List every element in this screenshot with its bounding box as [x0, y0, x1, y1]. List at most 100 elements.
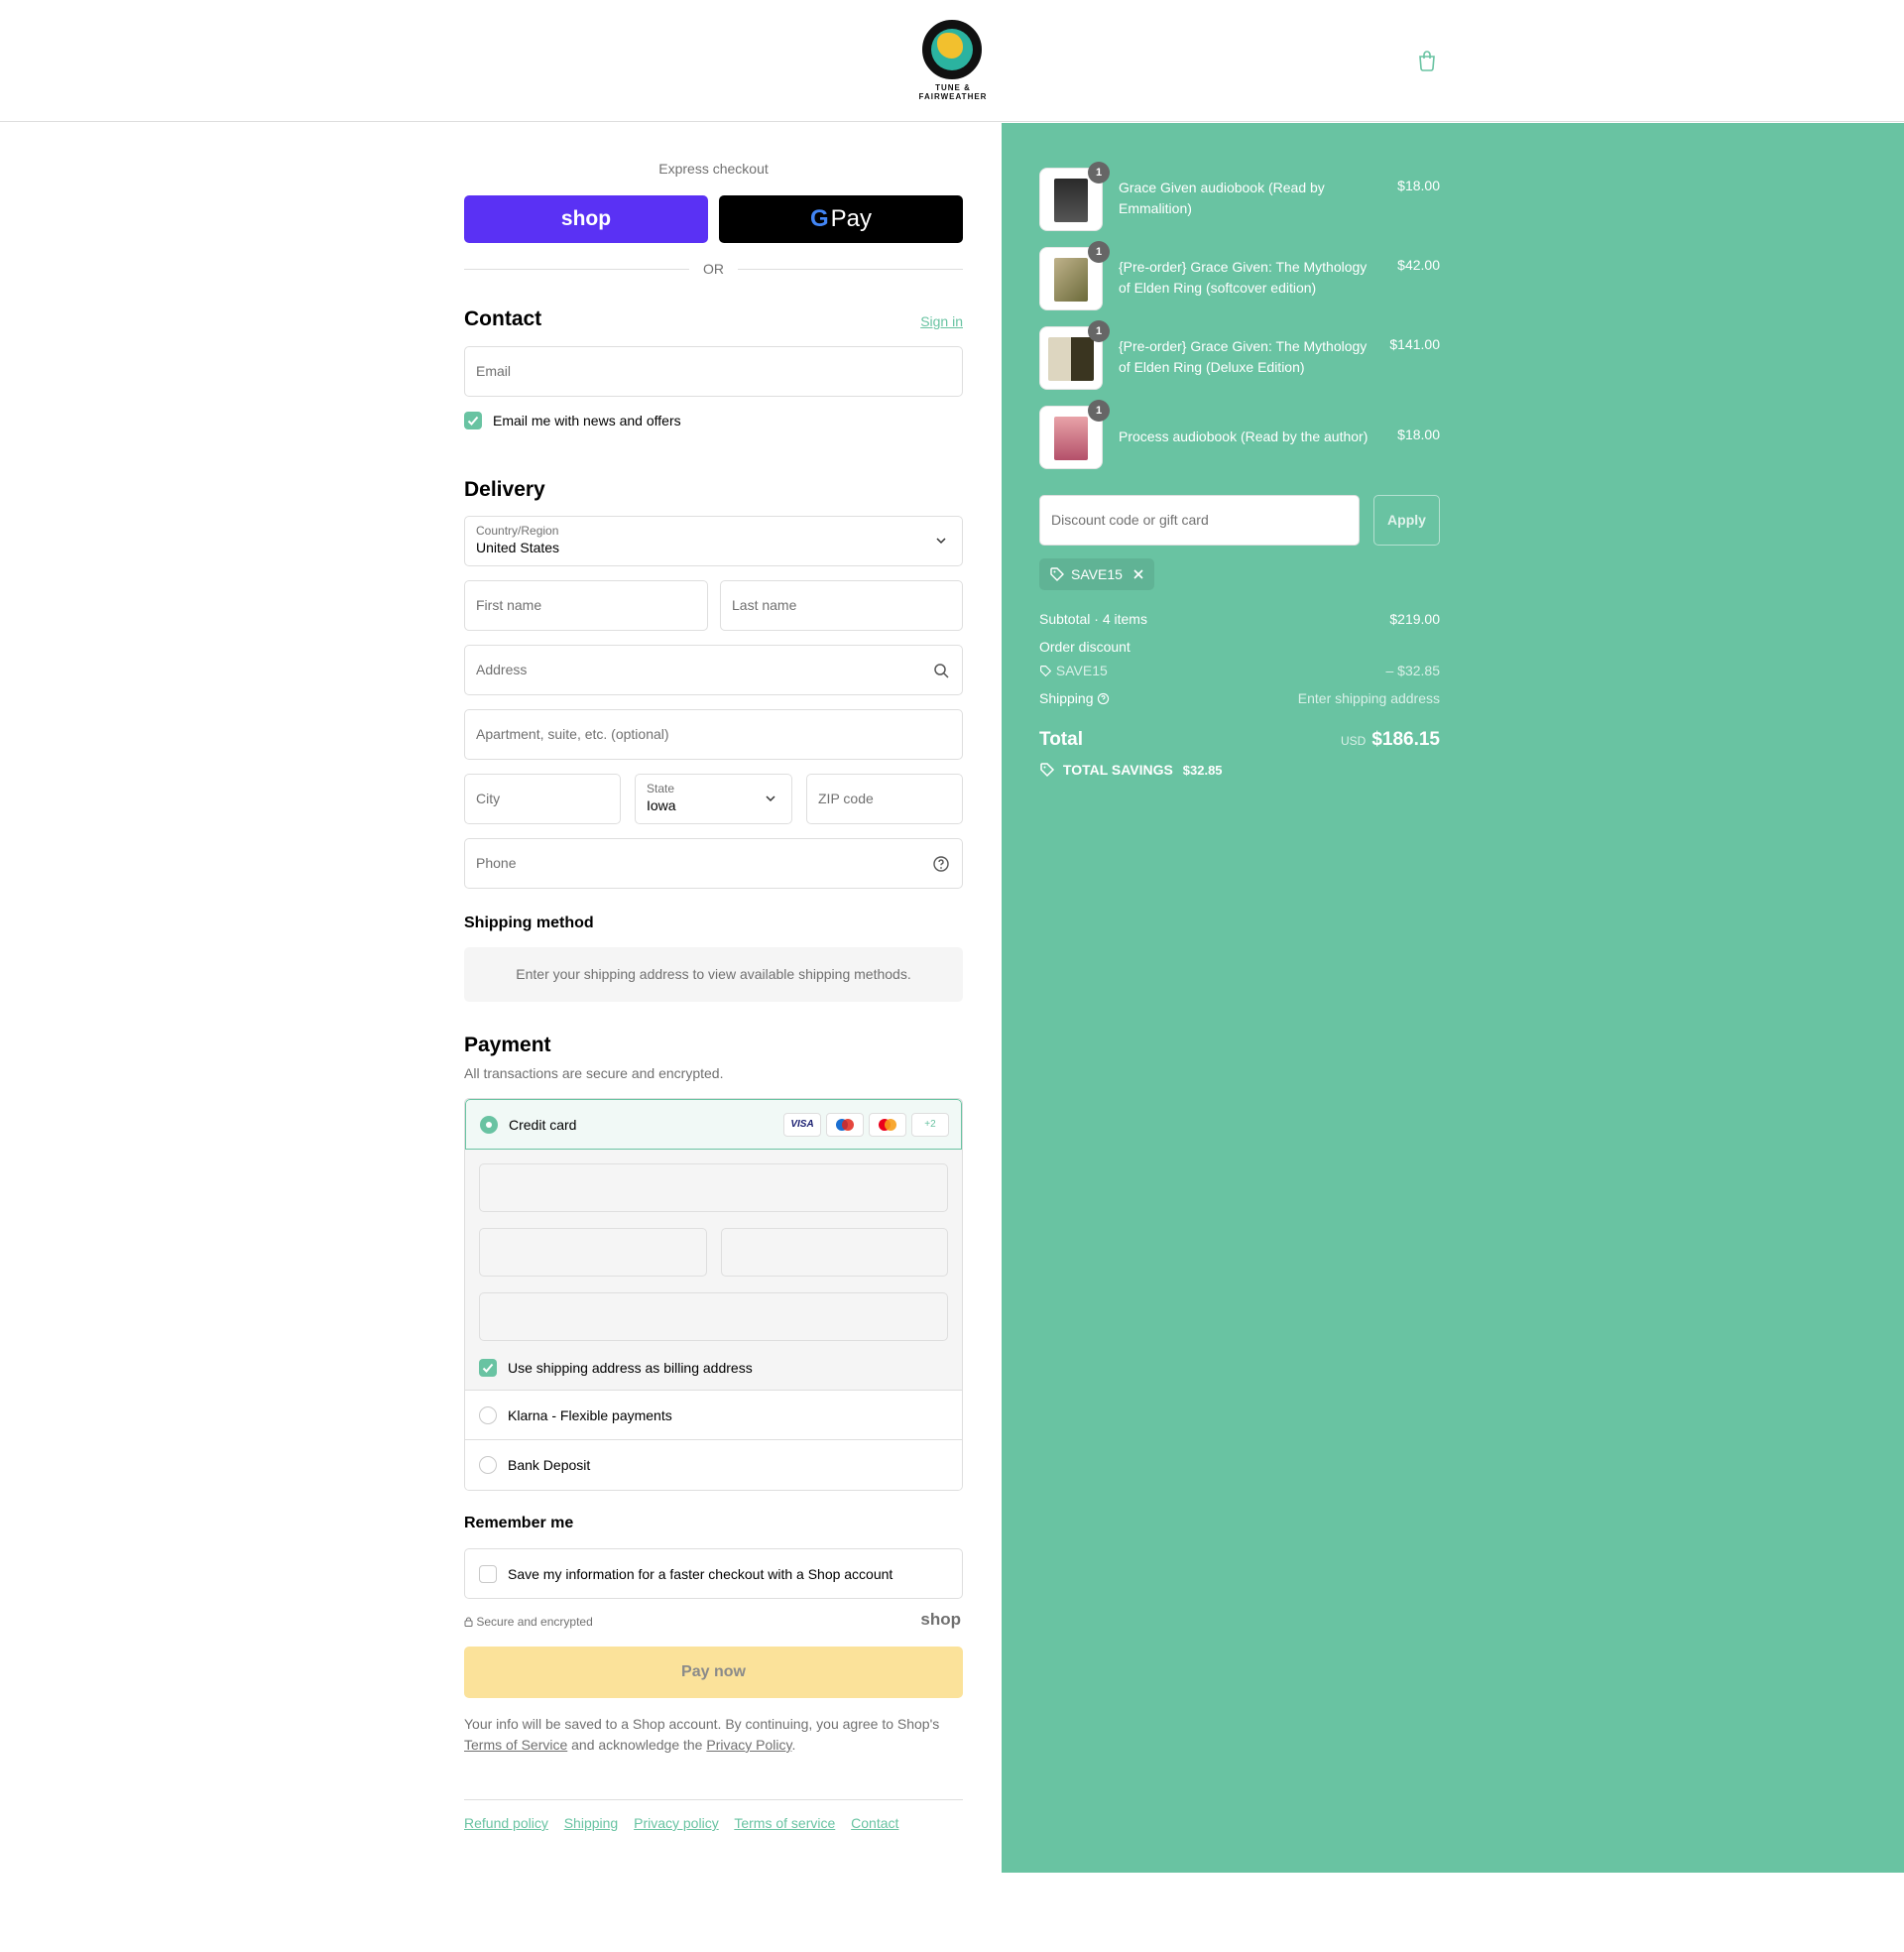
apartment-field[interactable]: Apartment, suite, etc. (optional) [464, 709, 963, 760]
email-field[interactable]: Email [464, 346, 963, 397]
bank-deposit-option[interactable]: Bank Deposit [465, 1439, 962, 1490]
klarna-option[interactable]: Klarna - Flexible payments [465, 1390, 962, 1440]
quantity-badge: 1 [1088, 320, 1110, 342]
order-summary: 1 Grace Given audiobook (Read by Emmalit… [1002, 123, 1904, 1873]
tag-icon [1040, 666, 1052, 677]
city-field[interactable]: City [464, 774, 621, 824]
save-info-checkbox[interactable] [479, 1565, 497, 1583]
credit-card-label: Credit card [509, 1117, 577, 1133]
product-name: {Pre-order} Grace Given: The Mythology o… [1119, 338, 1368, 375]
security-code-field[interactable] [721, 1228, 948, 1277]
product-name: Grace Given audiobook (Read by Emmalitio… [1119, 180, 1325, 216]
store-logo[interactable]: TUNE & FAIRWEATHER [918, 20, 988, 103]
remember-me-heading: Remember me [464, 1515, 574, 1531]
payment-heading: Payment [464, 1034, 551, 1056]
address-field[interactable]: Address [464, 645, 963, 695]
subtotal-row: Subtotal · 4 items $219.00 [1039, 611, 1440, 627]
line-item: 1 {Pre-order} Grace Given: The Mythology… [1039, 241, 1440, 310]
discount-row: SAVE15 – $32.85 [1039, 663, 1440, 678]
shipping-method-heading: Shipping method [464, 915, 594, 931]
discount-code-input[interactable]: Discount code or gift card [1039, 495, 1360, 546]
google-pay-button[interactable]: GPay [719, 195, 963, 243]
product-price: $42.00 [1397, 257, 1440, 273]
terms-of-service-link[interactable]: Terms of Service [464, 1737, 567, 1753]
contact-heading: Contact [464, 307, 542, 330]
country-select[interactable]: Country/Region United States [464, 516, 963, 566]
shop-logo: shop [920, 1610, 961, 1629]
billing-same-checkbox[interactable] [479, 1359, 497, 1377]
help-circle-icon[interactable] [932, 855, 950, 873]
save-info-label: Save my information for a faster checkou… [508, 1566, 893, 1582]
google-g-icon: G [809, 205, 829, 232]
maestro-icon [826, 1113, 864, 1137]
search-icon [934, 664, 949, 678]
chevron-down-icon [936, 538, 946, 545]
visa-icon: VISA [783, 1113, 821, 1137]
credit-card-form: Use shipping address as billing address [465, 1150, 962, 1390]
currency-code: USD [1340, 734, 1367, 748]
line-item: 1 Grace Given audiobook (Read by Emmalit… [1039, 162, 1440, 231]
credit-card-option[interactable]: Credit card VISA +2 [465, 1099, 962, 1150]
name-on-card-field[interactable] [479, 1292, 948, 1341]
product-name: {Pre-order} Grace Given: The Mythology o… [1119, 259, 1368, 296]
footer-link-shipping[interactable]: Shipping [564, 1815, 619, 1831]
klarna-radio[interactable] [479, 1406, 497, 1424]
first-name-field[interactable]: First name [464, 580, 708, 631]
payment-subtitle: All transactions are secure and encrypte… [464, 1065, 724, 1081]
product-price: $18.00 [1397, 427, 1440, 442]
total-amount: $186.15 [1371, 729, 1440, 750]
legal-notice: Your info will be saved to a Shop accoun… [464, 1716, 940, 1753]
help-circle-icon[interactable] [1097, 692, 1110, 705]
shop-pay-button[interactable]: shop [464, 195, 708, 243]
order-discount-label: Order discount [1039, 639, 1130, 655]
total-savings: TOTAL SAVINGS $32.85 [1039, 762, 1440, 778]
payment-methods: Credit card VISA +2 Use shipping address… [464, 1098, 963, 1491]
privacy-policy-link[interactable]: Privacy Policy [706, 1737, 791, 1753]
product-price: $141.00 [1389, 336, 1440, 352]
zip-field[interactable]: ZIP code [806, 774, 963, 824]
mastercard-icon [869, 1113, 906, 1137]
or-divider-label: OR [703, 261, 724, 277]
bank-deposit-radio[interactable] [479, 1456, 497, 1474]
line-item: 1 {Pre-order} Grace Given: The Mythology… [1039, 320, 1440, 390]
applied-discount-chip: SAVE15 [1039, 558, 1154, 590]
remember-me-option[interactable]: Save my information for a faster checkou… [464, 1548, 963, 1599]
credit-card-radio[interactable] [480, 1116, 498, 1134]
total-row: Total USD $186.15 [1039, 729, 1440, 750]
footer-divider [464, 1799, 963, 1800]
sign-in-link[interactable]: Sign in [920, 313, 963, 329]
footer-link-terms-of-service[interactable]: Terms of service [734, 1815, 835, 1831]
quantity-badge: 1 [1088, 241, 1110, 263]
logo-emblem [922, 20, 982, 79]
logo-text: TUNE & FAIRWEATHER [918, 83, 988, 101]
header: TUNE & FAIRWEATHER [0, 0, 1904, 122]
klarna-label: Klarna - Flexible payments [508, 1407, 672, 1423]
remove-discount-icon[interactable] [1132, 568, 1144, 580]
lock-icon [464, 1617, 473, 1627]
shopping-bag-icon[interactable] [1416, 50, 1438, 71]
footer-link-privacy-policy[interactable]: Privacy policy [634, 1815, 719, 1831]
line-item: 1 Process audiobook (Read by the author)… [1039, 400, 1440, 469]
last-name-field[interactable]: Last name [720, 580, 963, 631]
footer-link-refund-policy[interactable]: Refund policy [464, 1815, 548, 1831]
phone-field[interactable]: Phone [464, 838, 963, 889]
pay-now-button[interactable]: Pay now [464, 1647, 963, 1698]
billing-same-label: Use shipping address as billing address [508, 1360, 753, 1376]
delivery-heading: Delivery [464, 478, 545, 501]
footer-links: Refund policy Shipping Privacy policy Te… [464, 1815, 910, 1831]
express-checkout-title: Express checkout [658, 161, 769, 177]
apply-discount-button[interactable]: Apply [1373, 495, 1440, 546]
tag-icon [1050, 567, 1064, 581]
expiration-field[interactable] [479, 1228, 707, 1277]
secure-encrypted-note: Secure and encrypted [464, 1615, 593, 1629]
shipping-row: Shipping Enter shipping address [1039, 690, 1440, 706]
product-price: $18.00 [1397, 178, 1440, 193]
newsletter-checkbox[interactable] [464, 412, 482, 429]
card-number-field[interactable] [479, 1163, 948, 1212]
shipping-method-placeholder: Enter your shipping address to view avai… [464, 947, 963, 1002]
state-select[interactable]: State Iowa [635, 774, 792, 824]
quantity-badge: 1 [1088, 400, 1110, 422]
newsletter-label: Email me with news and offers [493, 413, 681, 428]
more-cards-badge[interactable]: +2 [911, 1113, 949, 1137]
footer-link-contact[interactable]: Contact [851, 1815, 898, 1831]
